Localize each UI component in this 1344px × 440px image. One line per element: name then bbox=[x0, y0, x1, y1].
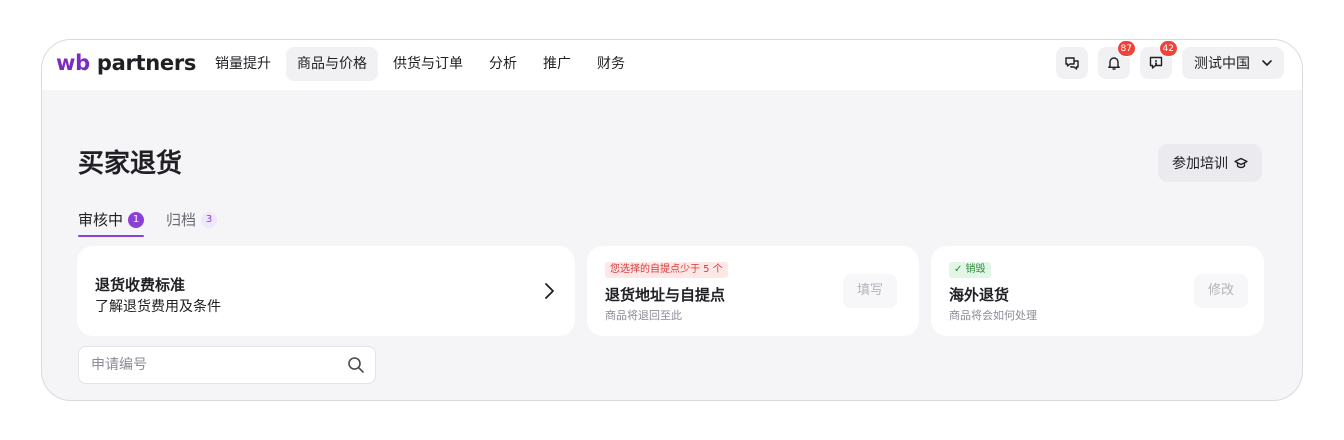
page-title: 买家退货 bbox=[78, 149, 183, 179]
nav-item-products-prices[interactable]: 商品与价格 bbox=[286, 47, 378, 81]
chat-button[interactable] bbox=[1056, 47, 1088, 79]
chevron-down-icon bbox=[1262, 60, 1272, 66]
card-title: 海外退货 bbox=[949, 286, 1010, 304]
bell-icon bbox=[1108, 57, 1120, 70]
support-button[interactable]: 42 bbox=[1140, 40, 1178, 79]
nav-item-promotion[interactable]: 推广 bbox=[532, 47, 582, 81]
return-address-card: 您选择的自提点少于 5 个 退货地址与自提点 商品将退回至此 填写 bbox=[587, 246, 919, 336]
overseas-return-card: ✓ 销毁 海外退货 商品将会如何处理 修改 bbox=[931, 246, 1264, 336]
tab-archive[interactable]: 归档 3 bbox=[166, 204, 218, 236]
search-input[interactable] bbox=[79, 347, 337, 383]
tab-label: 归档 bbox=[166, 211, 197, 229]
status-tabs: 审核中 1 归档 3 bbox=[78, 204, 239, 237]
brand-prefix: wb bbox=[56, 51, 90, 75]
notifications-button[interactable]: 87 bbox=[1098, 40, 1136, 79]
brand-name: partners bbox=[96, 51, 197, 75]
card-subtitle: 了解退货费用及条件 bbox=[95, 299, 221, 315]
nav-item-finance[interactable]: 财务 bbox=[586, 47, 636, 81]
support-badge: 42 bbox=[1158, 40, 1178, 57]
card-subtitle: 商品将会如何处理 bbox=[949, 309, 1037, 322]
header-tools: 87 42 测试中国 bbox=[1046, 40, 1284, 79]
tab-count-badge: 3 bbox=[201, 212, 218, 228]
edit-button[interactable]: 修改 bbox=[1193, 274, 1248, 308]
search-icon bbox=[348, 357, 364, 373]
search-button[interactable] bbox=[337, 356, 375, 374]
request-number-search bbox=[78, 346, 376, 384]
status-tag: ✓ 销毁 bbox=[949, 262, 991, 278]
tab-count-badge: 1 bbox=[128, 212, 145, 228]
graduation-cap-icon bbox=[1234, 157, 1248, 169]
nav-item-sales-growth[interactable]: 销量提升 bbox=[204, 47, 282, 81]
card-title: 退货收费标准 bbox=[95, 276, 186, 294]
notifications-badge: 87 bbox=[1116, 40, 1136, 57]
card-title: 退货地址与自提点 bbox=[605, 286, 726, 304]
main-nav: 销量提升 商品与价格 供货与订单 分析 推广 财务 bbox=[204, 47, 640, 81]
warning-tag: 您选择的自提点少于 5 个 bbox=[605, 262, 728, 278]
brand-logo[interactable]: wb partners bbox=[56, 49, 196, 77]
account-name: 测试中国 bbox=[1194, 56, 1250, 72]
training-button[interactable]: 参加培训 bbox=[1158, 144, 1262, 182]
training-button-label: 参加培训 bbox=[1172, 156, 1228, 172]
fill-in-button[interactable]: 填写 bbox=[842, 274, 897, 308]
chevron-right-icon bbox=[545, 283, 554, 299]
nav-item-analytics[interactable]: 分析 bbox=[478, 47, 528, 81]
card-subtitle: 商品将退回至此 bbox=[605, 309, 682, 322]
app-window: wb partners 销量提升 商品与价格 供货与订单 分析 推广 财务 87… bbox=[41, 39, 1303, 401]
chat-bubbles-icon bbox=[1065, 57, 1079, 70]
tab-under-review[interactable]: 审核中 1 bbox=[78, 204, 145, 237]
nav-item-supply-orders[interactable]: 供货与订单 bbox=[382, 47, 474, 81]
return-fee-card[interactable]: 退货收费标准 了解退货费用及条件 bbox=[77, 246, 575, 336]
support-chat-icon bbox=[1149, 56, 1163, 69]
top-nav-bar: wb partners 销量提升 商品与价格 供货与订单 分析 推广 财务 87… bbox=[42, 40, 1302, 90]
tab-label: 审核中 bbox=[78, 211, 124, 229]
account-switcher[interactable]: 测试中国 bbox=[1182, 47, 1284, 79]
